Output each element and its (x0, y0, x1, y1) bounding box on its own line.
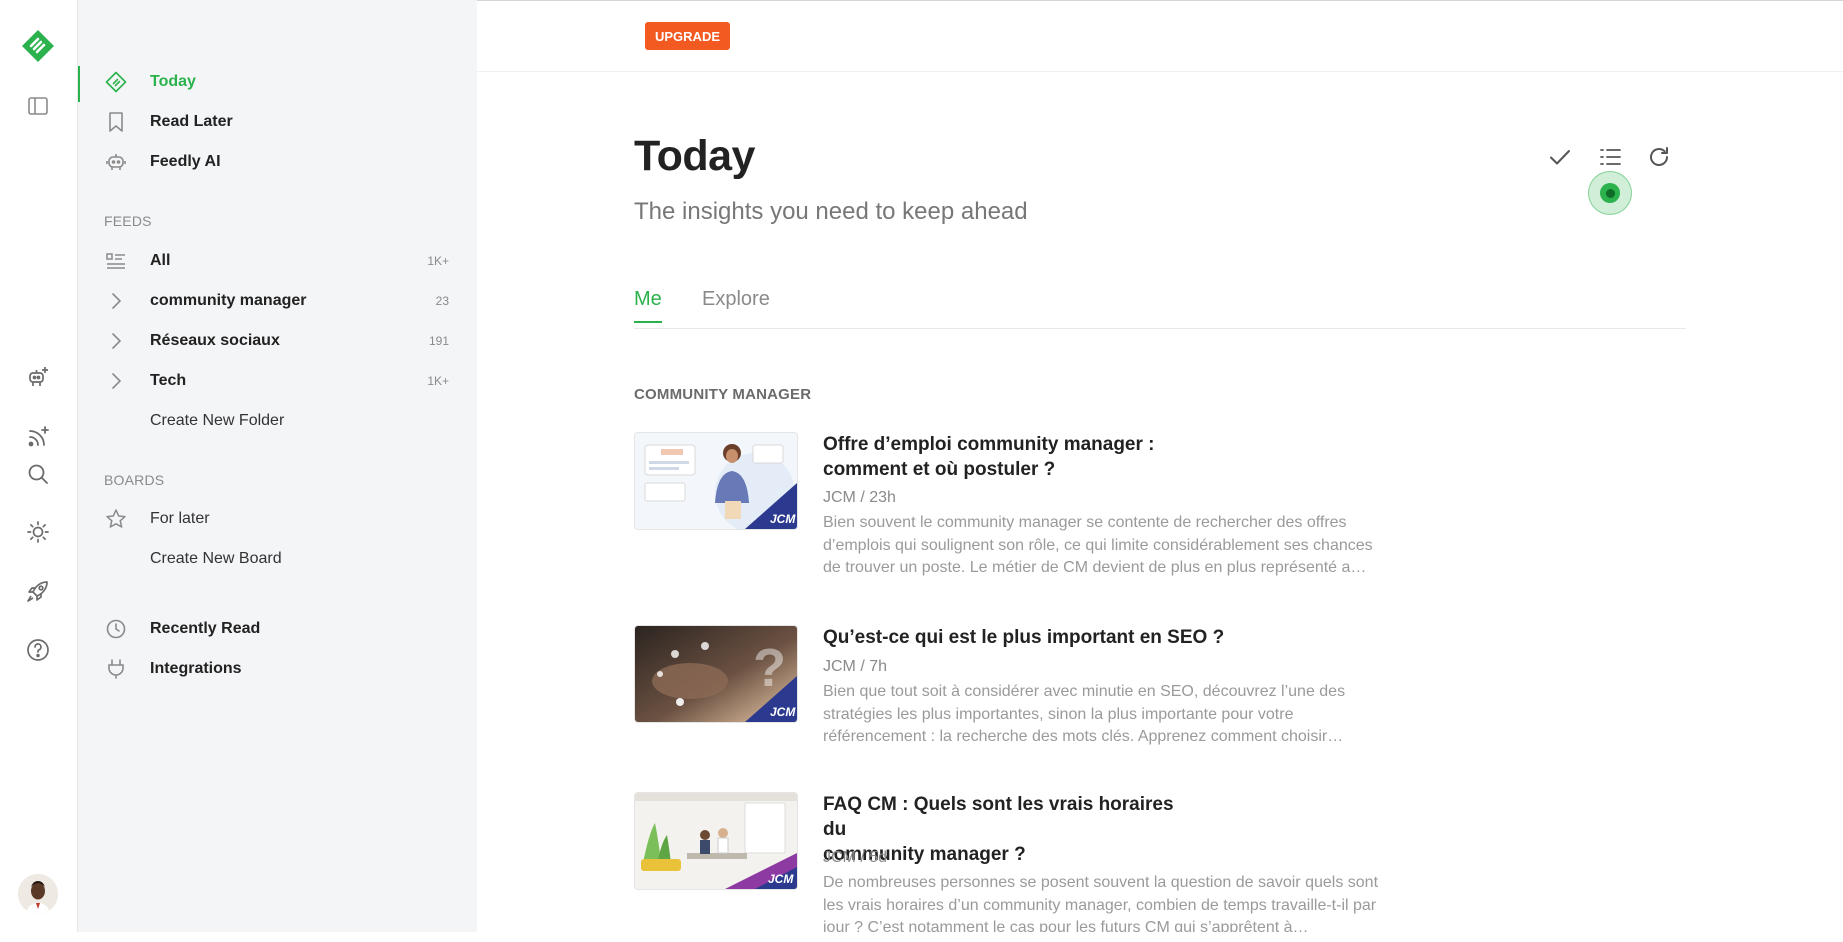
sidebar-item-community-manager[interactable]: community manager 23 (78, 283, 477, 319)
section-title: COMMUNITY MANAGER (634, 386, 812, 403)
chevron-right-icon[interactable] (104, 289, 128, 313)
help-icon[interactable] (18, 630, 58, 670)
tour-hotspot-indicator[interactable] (1588, 171, 1632, 215)
robot-icon (104, 150, 128, 174)
sidebar-item-label: Read Later (150, 113, 233, 130)
refresh-icon (1650, 147, 1668, 166)
sidebar-item-label: Recently Read (150, 620, 261, 637)
svg-text:?: ? (753, 638, 786, 698)
bookmark-icon (104, 110, 128, 134)
create-new-folder-link[interactable]: Create New Folder (78, 403, 477, 439)
sidebar-item-label: Réseaux sociaux (150, 332, 280, 349)
article-meta: JCM / 23h (823, 489, 896, 506)
sidebar-item-read-later[interactable]: Read Later (78, 104, 477, 140)
feedly-logo-icon[interactable] (20, 28, 56, 64)
refresh-button[interactable] (1642, 140, 1676, 174)
search-icon[interactable] (18, 454, 58, 494)
list-view-icon (1600, 149, 1621, 165)
sidebar-item-label: For later (150, 510, 210, 527)
list-icon (104, 249, 128, 273)
sidebar-item-tech[interactable]: Tech 1K+ (78, 363, 477, 399)
check-icon (1550, 150, 1570, 165)
create-new-folder-label: Create New Folder (150, 412, 285, 429)
tab-me[interactable]: Me (634, 288, 662, 323)
sidebar-item-label: Today (150, 73, 196, 90)
sidebar-item-reseaux-sociaux[interactable]: Réseaux sociaux 191 (78, 323, 477, 359)
sidebar-item-integrations[interactable]: Integrations (78, 651, 477, 687)
star-icon (104, 507, 128, 531)
stream-tabs: Me Explore (634, 288, 1686, 329)
create-new-board-label: Create New Board (150, 550, 282, 567)
unread-count: 191 (428, 334, 449, 348)
sidebar-item-today[interactable]: Today (78, 64, 477, 102)
header-divider (477, 71, 1843, 72)
add-rss-feed-icon[interactable] (18, 417, 58, 457)
sidebar-item-recently-read[interactable]: Recently Read (78, 611, 477, 647)
article-thumbnail: JCM (634, 432, 798, 530)
article-thumbnail: ? JCM (634, 625, 798, 723)
page-title: Today (634, 132, 755, 180)
page-subtitle: The insights you need to keep ahead (634, 198, 1028, 225)
sidebar-item-label: Feedly AI (150, 153, 221, 170)
article-summary: De nombreuses personnes se posent souven… (823, 874, 1379, 932)
sidebar-item-label: Integrations (150, 660, 242, 677)
svg-text:JCM: JCM (770, 512, 796, 526)
sidebar-item-feedly-ai[interactable]: Feedly AI (78, 144, 477, 180)
article-title[interactable]: Offre d’emploi community manager : comme… (823, 432, 1183, 482)
sidebar-item-label: All (150, 252, 171, 269)
icon-rail (0, 0, 78, 932)
svg-text:JCM: JCM (770, 705, 796, 719)
article-meta: JCM / 5d (823, 849, 888, 866)
unread-count: 23 (435, 294, 449, 308)
plug-icon (104, 657, 128, 681)
today-icon (104, 70, 128, 94)
boards-section-title: BOARDS (104, 472, 165, 488)
clock-icon (104, 617, 128, 641)
article-summary: Bien souvent le community manager se con… (823, 514, 1373, 576)
unread-count: 1K+ (427, 254, 449, 268)
create-new-board-link[interactable]: Create New Board (78, 541, 477, 577)
rocket-icon[interactable] (18, 571, 58, 611)
article-card[interactable]: JCM FAQ CM : Quels sont les vrais horair… (634, 792, 1394, 942)
tab-explore[interactable]: Explore (702, 288, 770, 321)
article-card[interactable]: JCM Offre d’emploi community manager : c… (634, 432, 1394, 582)
mark-as-read-button[interactable] (1543, 140, 1577, 174)
sidebar-item-for-later[interactable]: For later (78, 501, 477, 537)
article-thumbnail: JCM (634, 792, 798, 890)
article-card[interactable]: ? JCM Qu’est-ce qui est le plus importan… (634, 625, 1394, 775)
sidebar-item-label: Tech (150, 372, 187, 389)
view-options-button[interactable] (1593, 140, 1627, 174)
sidebar-item-label: community manager (150, 292, 307, 309)
feeds-section-title: FEEDS (104, 213, 152, 229)
theme-sun-icon[interactable] (18, 512, 58, 552)
svg-text:JCM: JCM (768, 872, 794, 886)
article-summary: Bien que tout soit à considérer avec min… (823, 683, 1346, 745)
sidebar-item-all[interactable]: All 1K+ (78, 243, 477, 279)
article-title[interactable]: Qu’est-ce qui est le plus important en S… (823, 625, 1303, 650)
unread-count: 1K+ (427, 374, 449, 388)
user-avatar[interactable] (18, 874, 58, 914)
sidebar-toggle-icon[interactable] (18, 86, 58, 126)
add-ai-feed-icon[interactable] (18, 357, 58, 397)
article-meta: JCM / 7h (823, 658, 888, 675)
chevron-right-icon[interactable] (104, 329, 128, 353)
upgrade-button[interactable]: UPGRADE (645, 22, 731, 50)
sidebar: Today Read Later Feedly AI FEEDS All 1K+… (78, 0, 477, 932)
chevron-right-icon[interactable] (104, 369, 128, 393)
